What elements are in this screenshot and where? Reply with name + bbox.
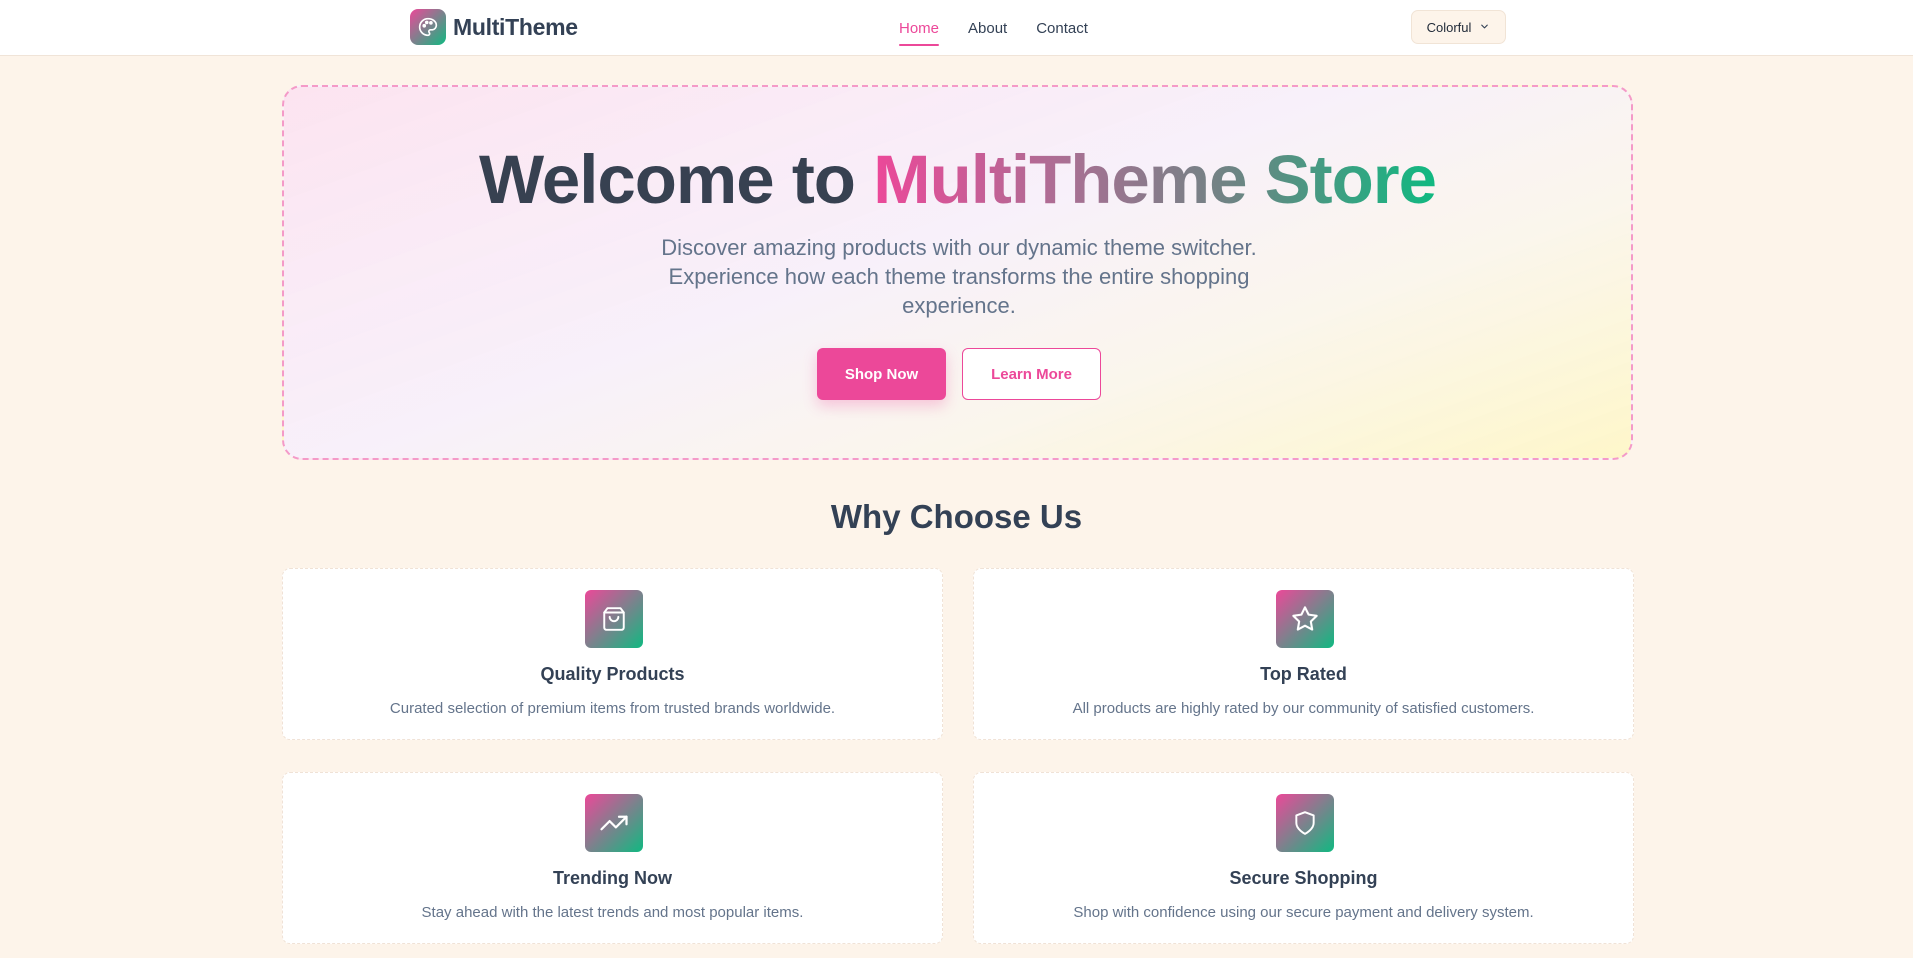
nav-about[interactable]: About	[968, 16, 1007, 41]
site-header: MultiTheme Home About Contact Colorful	[0, 0, 1913, 56]
star-icon	[1276, 590, 1334, 648]
theme-selector-value: Colorful	[1426, 19, 1472, 35]
hero-title: Welcome to MultiTheme Store	[284, 140, 1631, 219]
brand-name: MultiTheme	[453, 13, 578, 40]
feature-card-secure: Secure Shopping Shop with confidence usi…	[973, 772, 1634, 944]
feature-card-quality: Quality Products Curated selection of pr…	[282, 568, 943, 740]
nav-home[interactable]: Home	[899, 16, 940, 46]
brand[interactable]: MultiTheme	[410, 9, 578, 45]
feature-card-trending: Trending Now Stay ahead with the latest …	[282, 772, 943, 944]
hero-title-plain: Welcome to	[478, 141, 874, 218]
feature-title: Secure Shopping	[1229, 868, 1378, 888]
shopping-bag-icon	[585, 590, 643, 648]
feature-description: All products are highly rated by our com…	[1072, 700, 1535, 717]
feature-description: Stay ahead with the latest trends and mo…	[421, 904, 804, 921]
shield-icon	[1276, 794, 1334, 852]
section-title: Why Choose Us	[830, 498, 1083, 535]
feature-description: Shop with confidence using our secure pa…	[1073, 904, 1534, 921]
feature-title: Quality Products	[540, 664, 685, 684]
feature-title: Top Rated	[1260, 664, 1347, 684]
hero-title-highlight: MultiTheme Store	[873, 141, 1437, 218]
main-nav: Home About Contact	[899, 0, 1088, 56]
palette-icon	[410, 9, 446, 45]
hero-banner: Welcome to MultiTheme Store Discover ama…	[282, 85, 1633, 460]
feature-card-top-rated: Top Rated All products are highly rated …	[973, 568, 1634, 740]
nav-contact[interactable]: Contact	[1036, 16, 1088, 41]
trending-up-icon	[585, 794, 643, 852]
feature-title: Trending Now	[553, 868, 672, 888]
learn-more-button[interactable]: Learn More	[962, 348, 1101, 400]
theme-selector[interactable]: Colorful	[1411, 10, 1506, 44]
shop-now-button[interactable]: Shop Now	[817, 348, 946, 400]
feature-description: Curated selection of premium items from …	[389, 700, 836, 717]
chevron-down-icon	[1479, 20, 1490, 35]
hero-subtitle: Discover amazing products with our dynam…	[661, 235, 1257, 318]
